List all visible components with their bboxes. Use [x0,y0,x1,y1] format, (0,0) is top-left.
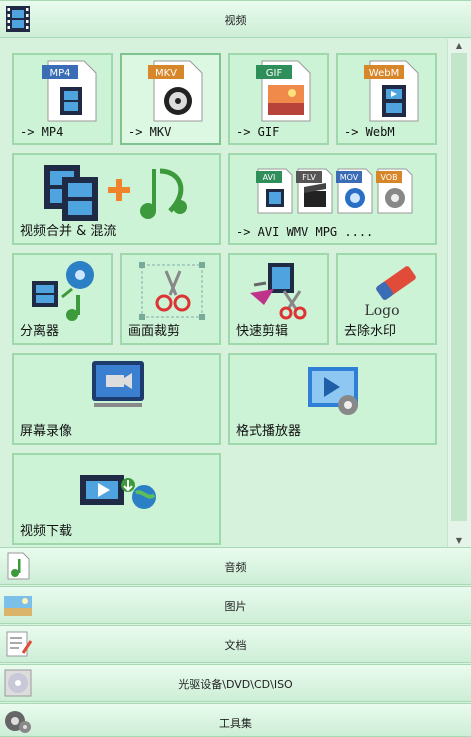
tile-label: 视频合并 & 混流 [20,224,117,239]
tile-label: 快速剪辑 [236,324,289,339]
scroll-up-arrow-icon[interactable]: ▲ [448,41,470,50]
category-title: 工具集 [219,717,252,730]
vertical-scrollbar[interactable]: ▲ ▼ [447,39,471,547]
tile-label: -> MP4 [20,125,64,139]
category-disc[interactable]: 光驱设备\DVD\CD\ISO [0,664,471,702]
splitter-button[interactable]: 分离器 [12,253,113,345]
category-title: 图片 [224,600,247,613]
webm-badge-text: WebM [369,68,399,79]
remove-watermark-icon: Logo [364,266,416,319]
convert-gif-button[interactable]: GIF -> GIF [228,53,329,145]
convert-mkv-button[interactable]: MKV -> MKV [120,53,221,145]
mov-badge-text: MOV [340,173,359,182]
category-title: 光驱设备\DVD\CD\ISO [178,678,293,691]
category-toolbox[interactable]: 工具集 [0,703,471,737]
remove-watermark-button[interactable]: Logo 去除水印 [336,253,437,345]
tile-label: 分离器 [20,324,60,339]
tile-label: -> MKV [128,125,172,139]
crop-button[interactable]: 画面裁剪 [120,253,221,345]
merge-video-audio-icon [44,165,187,221]
tile-label: 画面裁剪 [128,324,181,339]
category-video[interactable]: 视频 [0,0,471,38]
format-player-button[interactable]: 格式播放器 [228,353,437,445]
multi-format-icon: AVI FLV MOV VOB [256,168,413,214]
tile-label: -> GIF [236,125,280,139]
webm-file-icon: WebM [364,60,419,122]
category-title: 视频 [224,14,247,27]
splitter-icon [32,261,94,321]
convert-webm-button[interactable]: WebM -> WebM [336,53,437,145]
quick-cut-button[interactable]: 快速剪辑 [228,253,329,345]
video-tools-panel: MP4 -> MP4 MKV -> MKV GIF -> GIF WebM ->… [0,39,447,547]
tile-label: 去除水印 [344,324,397,339]
tile-label: -> WebM [344,125,395,139]
merge-mux-button[interactable]: 视频合并 & 混流 [12,153,221,245]
tile-label: 视频下载 [20,524,73,539]
gif-badge-text: GIF [266,68,283,79]
quick-cut-icon [250,263,307,320]
convert-mp4-button[interactable]: MP4 -> MP4 [12,53,113,145]
mkv-badge-text: MKV [155,68,177,79]
screen-record-button[interactable]: 屏幕录像 [12,353,221,445]
video-download-icon [80,475,156,509]
tile-label: 屏幕录像 [20,424,73,439]
player-icon [308,367,358,415]
scrollbar-thumb[interactable] [451,53,467,521]
crop-scissors-icon [139,262,205,320]
convert-other-formats-button[interactable]: AVI FLV MOV VOB -> AVI WMV MPG .... [228,153,437,245]
video-download-button[interactable]: 视频下载 [12,453,221,545]
mkv-file-icon: MKV [148,60,203,122]
mp4-badge-text: MP4 [49,68,70,79]
tile-label: 格式播放器 [236,424,302,439]
category-audio[interactable]: 音频 [0,547,471,585]
flv-badge-text: FLV [302,173,316,182]
screen-record-icon [92,361,144,407]
mp4-file-icon: MP4 [42,60,97,122]
logo-text: Logo [364,303,399,319]
category-picture[interactable]: 图片 [0,586,471,624]
gif-file-icon: GIF [256,60,311,122]
category-title: 文档 [224,639,247,652]
scroll-down-arrow-icon[interactable]: ▼ [448,536,470,545]
avi-badge-text: AVI [263,173,276,182]
vob-badge-text: VOB [380,173,397,182]
category-title: 音频 [224,561,247,574]
category-document[interactable]: 文档 [0,625,471,663]
tile-label: -> AVI WMV MPG .... [236,225,374,239]
